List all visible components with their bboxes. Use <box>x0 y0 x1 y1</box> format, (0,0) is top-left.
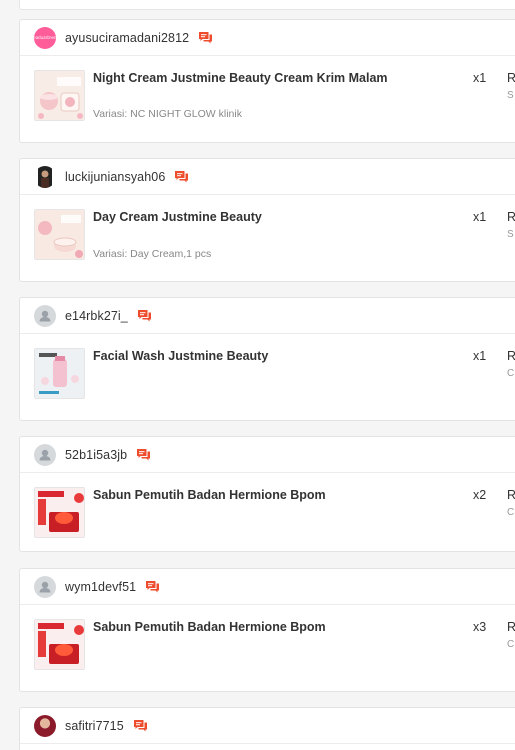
order-card-header: jeaduzstnem ayusuciramadani2812 <box>20 20 515 56</box>
chat-icon[interactable] <box>136 448 151 461</box>
product-quantity: x3 <box>473 620 487 634</box>
buyer-avatar[interactable] <box>34 304 56 327</box>
buyer-username[interactable]: luckijuniansyah06 <box>65 170 165 184</box>
buyer-username[interactable]: safitri7715 <box>65 719 124 733</box>
user-silhouette-icon <box>39 581 51 592</box>
product-thumbnail[interactable] <box>34 348 85 399</box>
order-card: luckijuniansyah06 Day Cream Justmine Bea… <box>19 158 515 282</box>
order-card: 52b1i5a3jb Sabun Pemutih Badan Hermione … <box>19 436 515 552</box>
buyer-username[interactable]: 52b1i5a3jb <box>65 448 127 462</box>
order-card-header: luckijuniansyah06 <box>20 159 515 195</box>
order-card: jeaduzstnem ayusuciramadani2812 Night Cr… <box>19 19 515 143</box>
product-name[interactable]: Night Cream Justmine Beauty Cream Krim M… <box>93 71 388 85</box>
chat-icon[interactable] <box>198 31 213 44</box>
order-status-clipped: C <box>507 507 515 518</box>
order-price-clipped: R <box>507 488 515 502</box>
order-status-clipped: S <box>507 229 514 240</box>
buyer-avatar[interactable] <box>34 443 56 466</box>
order-status-clipped: C <box>507 368 515 379</box>
chat-icon[interactable] <box>145 580 160 593</box>
chat-icon[interactable] <box>133 719 148 732</box>
chat-icon[interactable] <box>137 309 152 322</box>
avatar-text: jeaduzstnem <box>34 35 56 40</box>
buyer-avatar[interactable] <box>34 165 56 188</box>
order-card-header: 52b1i5a3jb <box>20 437 515 473</box>
buyer-avatar[interactable]: jeaduzstnem <box>34 26 56 49</box>
buyer-username[interactable]: wym1devf51 <box>65 580 136 594</box>
product-name[interactable]: Facial Wash Justmine Beauty <box>93 349 268 363</box>
order-card-header: safitri7715 <box>20 708 515 744</box>
product-quantity: x1 <box>473 349 487 363</box>
order-price-clipped: R <box>507 349 515 363</box>
product-name[interactable]: Sabun Pemutih Badan Hermione Bpom <box>93 488 326 502</box>
buyer-username[interactable]: ayusuciramadani2812 <box>65 31 189 45</box>
chat-icon[interactable] <box>174 170 189 183</box>
order-card: safitri7715 <box>19 707 515 750</box>
order-price-clipped: R <box>507 620 515 634</box>
product-quantity: x1 <box>473 71 487 85</box>
product-thumbnail[interactable] <box>34 619 85 670</box>
product-thumbnail[interactable] <box>34 209 85 260</box>
product-variation: Variasi: Day Cream,1 pcs <box>93 248 212 260</box>
order-card: wym1devf51 Sabun Pemutih Badan Hermione … <box>19 568 515 692</box>
product-thumbnail[interactable] <box>34 487 85 538</box>
product-quantity: x1 <box>473 210 487 224</box>
order-status-clipped: S <box>507 90 514 101</box>
order-card: e14rbk27i_ Facial Wash Justmine Beauty x… <box>19 297 515 421</box>
order-card-header: e14rbk27i_ <box>20 298 515 334</box>
order-status-clipped: C <box>507 639 515 650</box>
product-variation: Variasi: NC NIGHT GLOW klinik <box>93 108 242 120</box>
product-name[interactable]: Day Cream Justmine Beauty <box>93 210 262 224</box>
buyer-avatar[interactable] <box>34 575 56 598</box>
profile-photo-icon <box>38 165 52 188</box>
user-silhouette-icon <box>39 449 51 460</box>
buyer-avatar[interactable] <box>34 714 56 737</box>
product-name[interactable]: Sabun Pemutih Badan Hermione Bpom <box>93 620 326 634</box>
order-price-clipped: R <box>507 210 515 224</box>
previous-order-card-edge <box>19 0 515 10</box>
order-price-clipped: R <box>507 71 515 85</box>
user-silhouette-icon <box>39 310 51 321</box>
order-card-header: wym1devf51 <box>20 569 515 605</box>
buyer-username[interactable]: e14rbk27i_ <box>65 309 128 323</box>
product-quantity: x2 <box>473 488 487 502</box>
product-thumbnail[interactable] <box>34 70 85 121</box>
